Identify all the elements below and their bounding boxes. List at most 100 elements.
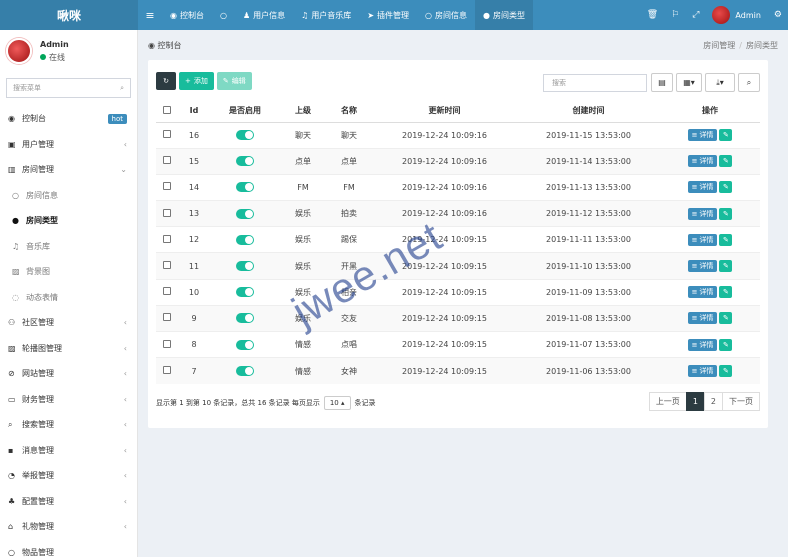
enabled-toggle[interactable]: [236, 234, 254, 245]
row-checkbox[interactable]: [163, 366, 171, 375]
page-button[interactable]: 2: [703, 392, 723, 411]
nav-tab[interactable]: ♟ 用户信息: [235, 0, 293, 30]
table-row[interactable]: 10 娱乐 相亲 2019-12-24 10:09:15 2019-11-09 13:5…: [156, 278, 760, 306]
row-checkbox[interactable]: [163, 156, 171, 165]
edit-row-button[interactable]: ✎: [719, 129, 733, 142]
sidebar-item[interactable]: ▪ 消息管理 ‹: [0, 438, 137, 464]
sidebar-item[interactable]: ◉ 控制台 hot: [0, 106, 137, 132]
detail-button[interactable]: ≡ 详情: [687, 312, 718, 325]
user-menu[interactable]: Admin: [712, 6, 761, 24]
sidebar-item[interactable]: ▥ 房间管理 ⌄: [0, 157, 137, 183]
detail-button[interactable]: ≡ 详情: [687, 129, 718, 142]
sidebar-item[interactable]: ▣ 用户管理 ‹: [0, 132, 137, 158]
sidebar-item[interactable]: ▭ 财务管理 ‹: [0, 387, 137, 413]
sidebar-item[interactable]: ⌕ 搜索管理 ‹: [0, 412, 137, 438]
sidebar-item[interactable]: ◔ 举报管理 ‹: [0, 463, 137, 489]
menu-toggle-icon[interactable]: ≡: [138, 9, 162, 22]
table-row[interactable]: 13 娱乐 拍卖 2019-12-24 10:09:16 2019-11-12 13:5…: [156, 200, 760, 227]
sidebar-item[interactable]: ♫ 音乐库: [0, 234, 137, 260]
refresh-button[interactable]: ↻: [156, 72, 176, 90]
export-button[interactable]: ⤓▾: [705, 73, 735, 92]
table-row[interactable]: 14 FM FM 2019-12-24 10:09:16 2019-11-13 13:5…: [156, 173, 760, 201]
edit-row-button[interactable]: ✎: [719, 207, 733, 220]
sidebar-item[interactable]: ⌂ 礼物管理 ‹: [0, 514, 137, 540]
nav-tab[interactable]: ➤ 插件管理: [359, 0, 417, 30]
sidebar-item[interactable]: ♣ 配置管理 ‹: [0, 489, 137, 515]
column-header[interactable]: Id: [178, 100, 210, 123]
sidebar-item[interactable]: ⊘ 网站管理 ‹: [0, 361, 137, 387]
sidebar-item[interactable]: ⚇ 社区管理 ‹: [0, 310, 137, 336]
nav-tab[interactable]: ◉ 控制台: [162, 0, 212, 30]
table-row[interactable]: 11 娱乐 开黑 2019-12-24 10:09:15 2019-11-10 13:5…: [156, 252, 760, 280]
nav-tab[interactable]: ● 房间类型: [475, 0, 533, 30]
row-checkbox[interactable]: [163, 234, 171, 243]
enabled-toggle[interactable]: [236, 182, 254, 193]
edit-row-button[interactable]: ✎: [719, 260, 733, 273]
enabled-toggle[interactable]: [236, 313, 254, 324]
row-checkbox[interactable]: [163, 313, 171, 322]
page-size-select[interactable]: 10 ▴: [323, 396, 351, 410]
row-checkbox[interactable]: [163, 287, 171, 296]
nav-tab[interactable]: ○ 房间信息: [417, 0, 475, 30]
select-all-checkbox[interactable]: [163, 105, 171, 114]
sidebar-item[interactable]: ○ 物品管理: [0, 540, 137, 557]
detail-button[interactable]: ≡ 详情: [687, 233, 718, 246]
table-row[interactable]: 16 聊天 聊天 2019-12-24 10:09:16 2019-11-15 13:5…: [156, 121, 760, 149]
detail-button[interactable]: ≡ 详情: [687, 338, 718, 351]
sidebar-item[interactable]: ◌ 动态表情: [0, 285, 137, 311]
next-page-button[interactable]: 下一页: [722, 392, 760, 411]
edit-row-button[interactable]: ✎: [719, 312, 733, 325]
trash-icon[interactable]: 🗑: [647, 10, 658, 20]
nav-tab[interactable]: ♫ 用户音乐库: [293, 0, 359, 30]
edit-row-button[interactable]: ✎: [719, 365, 733, 378]
page-button[interactable]: 1: [685, 392, 705, 411]
brand-logo[interactable]: 啾咪: [0, 0, 138, 30]
fullscreen-icon[interactable]: ⤢: [692, 10, 699, 20]
row-checkbox[interactable]: [163, 339, 171, 348]
sidebar-item[interactable]: ○ 房间信息: [0, 183, 137, 209]
row-checkbox[interactable]: [163, 208, 171, 217]
enabled-toggle[interactable]: [236, 366, 254, 377]
column-header[interactable]: 创建时间: [517, 100, 660, 123]
table-row[interactable]: 12 娱乐 踢保 2019-12-24 10:09:15 2019-11-11 13:5…: [156, 226, 760, 253]
edit-row-button[interactable]: ✎: [719, 286, 733, 299]
row-checkbox[interactable]: [163, 182, 171, 191]
language-icon[interactable]: ⚐: [671, 10, 679, 20]
search-icon[interactable]: ⌕: [120, 84, 124, 93]
row-checkbox[interactable]: [163, 261, 171, 270]
column-header[interactable]: 上级: [280, 100, 326, 123]
sidebar-item[interactable]: ▨ 背景图: [0, 259, 137, 285]
enabled-toggle[interactable]: [236, 130, 254, 141]
search-input[interactable]: 搜索: [543, 74, 647, 92]
edit-button[interactable]: ✎ 编辑: [216, 72, 252, 90]
detail-button[interactable]: ≡ 详情: [687, 286, 718, 299]
sidebar-item[interactable]: ● 房间类型: [0, 208, 137, 234]
edit-row-button[interactable]: ✎: [719, 233, 733, 246]
detail-button[interactable]: ≡ 详情: [687, 181, 718, 194]
row-checkbox[interactable]: [163, 130, 171, 139]
detail-button[interactable]: ≡ 详情: [687, 155, 718, 168]
column-header[interactable]: 名称: [326, 100, 372, 123]
sidebar-item[interactable]: ▨ 轮播图管理 ‹: [0, 336, 137, 362]
column-header[interactable]: 是否启用: [210, 100, 280, 123]
edit-row-button[interactable]: ✎: [719, 155, 733, 168]
table-row[interactable]: 15 点单 点单 2019-12-24 10:09:16 2019-11-14 13:5…: [156, 147, 760, 175]
enabled-toggle[interactable]: [236, 287, 254, 298]
settings-icon[interactable]: ⚙: [774, 10, 782, 20]
enabled-toggle[interactable]: [236, 261, 254, 272]
advanced-search-button[interactable]: ⌕: [738, 73, 760, 92]
table-row[interactable]: 7 情感 女神 2019-12-24 10:09:15 2019-11-06 13:53…: [156, 357, 760, 384]
prev-page-button[interactable]: 上一页: [648, 392, 687, 411]
enabled-toggle[interactable]: [236, 208, 254, 219]
detail-button[interactable]: ≡ 详情: [687, 207, 718, 220]
table-row[interactable]: 8 情感 点唱 2019-12-24 10:09:15 2019-11-07 13:53…: [156, 330, 760, 358]
sidebar-search-input[interactable]: 搜索菜单 ⌕: [6, 78, 131, 98]
edit-row-button[interactable]: ✎: [719, 338, 733, 351]
detail-button[interactable]: ≡ 详情: [687, 365, 718, 378]
detail-button[interactable]: ≡ 详情: [687, 260, 718, 273]
enabled-toggle[interactable]: [236, 156, 254, 167]
toggle-view-button[interactable]: ▤: [651, 73, 673, 92]
breadcrumb-item[interactable]: 房间管理: [703, 41, 735, 50]
nav-tab[interactable]: ○: [212, 0, 235, 30]
edit-row-button[interactable]: ✎: [719, 181, 733, 194]
